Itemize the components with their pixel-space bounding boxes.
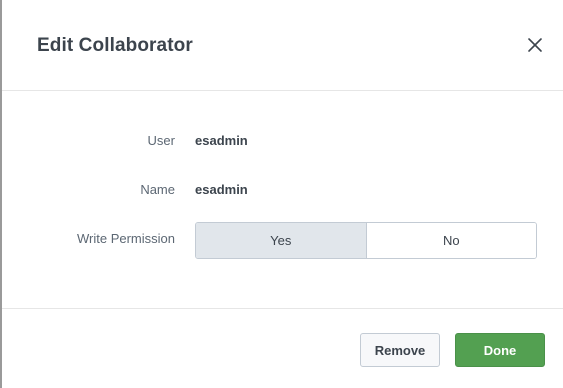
remove-button[interactable]: Remove — [360, 333, 440, 367]
write-permission-row: Write Permission Yes No — [2, 219, 563, 259]
dialog-body: User esadmin Name esadmin Write Permissi… — [2, 92, 563, 308]
write-permission-label: Write Permission — [76, 231, 175, 246]
write-permission-yes-option[interactable]: Yes — [196, 223, 366, 258]
dialog-title: Edit Collaborator — [37, 35, 193, 56]
user-label: User — [147, 133, 175, 148]
user-row: User esadmin — [2, 121, 563, 161]
done-button[interactable]: Done — [455, 333, 545, 367]
name-row: Name esadmin — [2, 170, 563, 210]
name-label: Name — [140, 182, 175, 197]
write-permission-toggle: Yes No — [195, 222, 537, 259]
close-icon — [528, 38, 542, 52]
close-button[interactable] — [523, 33, 547, 57]
dialog-header: Edit Collaborator — [2, 0, 563, 91]
write-permission-no-option[interactable]: No — [365, 223, 536, 258]
user-value: esadmin — [195, 133, 248, 148]
dialog-footer: Remove Done — [2, 308, 563, 388]
edit-collaborator-dialog: Edit Collaborator User esadmin Name esad… — [2, 0, 563, 388]
name-value: esadmin — [195, 182, 248, 197]
